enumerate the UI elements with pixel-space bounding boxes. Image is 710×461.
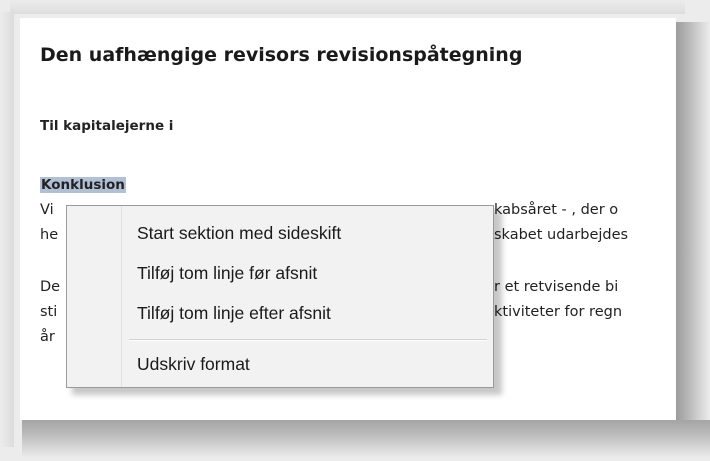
paragraph-2-line-2-start: sti [40,304,58,320]
paragraph-1-line-2-start: he [40,227,59,243]
context-menu: Start sektion med sideskift Tilføj tom l… [66,205,494,388]
paragraph-2-line-1-end: r et retvisende bi [494,279,619,295]
menu-item-add-blank-line-before[interactable]: Tilføj tom linje før afsnit [137,258,317,288]
frame-shadow-top [10,0,685,14]
menu-item-start-section-page-break[interactable]: Start sektion med sideskift [137,218,341,248]
document-subtitle: Til kapitalejerne i [40,118,174,134]
frame-shadow-right [676,22,710,448]
context-menu-icon-gutter [67,206,122,387]
paragraph-1-line-1-start: Vi [40,202,54,218]
paragraph-1-line-2-end: skabet udarbejdes [494,227,629,243]
menu-item-add-blank-line-after[interactable]: Tilføj tom linje efter afsnit [137,298,331,328]
menu-separator [129,339,487,341]
frame-shadow-left [0,12,14,447]
menu-item-print-format[interactable]: Udskriv format [137,349,250,379]
paragraph-2-line-1-start: De [40,279,61,295]
paragraph-1-line-1-end: kabsåret - , der o [494,202,619,218]
paragraph-2-line-2-end: ktiviteter for regn [494,304,623,320]
selected-heading-konklusion[interactable]: Konklusion [40,177,126,193]
paragraph-2-line-3-start: år [40,329,55,345]
frame-shadow-bottom [22,420,710,458]
document-title: Den uafhængige revisors revisionspåtegni… [40,44,523,66]
